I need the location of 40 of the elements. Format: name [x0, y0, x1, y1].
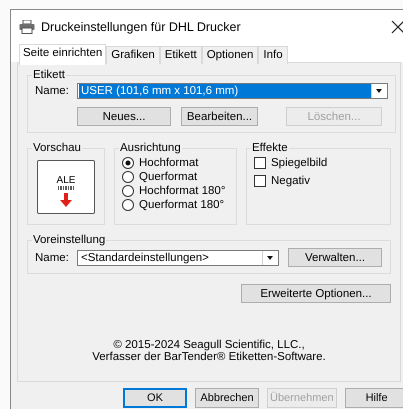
advanced-options-button[interactable]: Erweiterte Optionen... [241, 284, 391, 303]
action-button[interactable]: Bearbeiten... [181, 107, 258, 126]
tab[interactable]: Grafiken [106, 46, 160, 64]
checkbox[interactable] [254, 175, 266, 187]
group-title: Voreinstellung [32, 234, 106, 246]
group-title: Ausrichtung [119, 142, 182, 154]
dropdown-field[interactable]: <Standardeinstellungen> [77, 250, 279, 266]
printer-icon [19, 20, 35, 34]
radio-button[interactable] [122, 185, 134, 197]
tab[interactable]: Optionen [202, 46, 258, 64]
dialog-button[interactable]: OK [123, 388, 187, 408]
radio-button[interactable] [122, 199, 134, 211]
preview-text: ALE [56, 175, 76, 186]
radio-button[interactable] [122, 171, 134, 183]
copyright-text: Verfasser der BarTender® Etiketten-Software. [91, 351, 327, 363]
group-title: Etikett [32, 69, 66, 81]
radio-label: Querformat 180° [139, 199, 224, 211]
tab[interactable]: Info [258, 46, 288, 64]
action-button[interactable]: Neues... [77, 107, 171, 126]
radio-label: Hochformat 180° [139, 185, 226, 197]
checkbox-label: Spiegelbild [271, 157, 328, 169]
manage-button[interactable]: Verwalten... [288, 248, 382, 267]
copyright-text: © 2015-2024 Seagull Scientific, LLC., [112, 339, 306, 351]
window-title: Druckeinstellungen für DHL Drucker [41, 20, 242, 34]
arrow-down-icon [60, 193, 72, 207]
field-label: Name: [35, 252, 70, 264]
tab[interactable]: Seite einrichten [19, 44, 106, 65]
dropdown-field[interactable]: USER (101,6 mm x 101,6 mm) [77, 83, 388, 99]
checkbox-label: Negativ [271, 175, 310, 187]
dialog-button[interactable]: Hilfe [344, 388, 403, 408]
checkbox[interactable] [254, 157, 266, 169]
dialog-button[interactable]: Abbrechen [195, 388, 259, 408]
barcode-icon [58, 186, 74, 190]
group-title: Vorschau [32, 142, 82, 154]
field-label: Name: [35, 85, 70, 97]
radio-button[interactable] [122, 157, 134, 169]
group-title: Effekte [251, 142, 289, 154]
radio-label: Querformat [139, 171, 198, 183]
tab[interactable]: Etikett [160, 46, 202, 64]
radio-label: Hochformat [139, 157, 198, 169]
